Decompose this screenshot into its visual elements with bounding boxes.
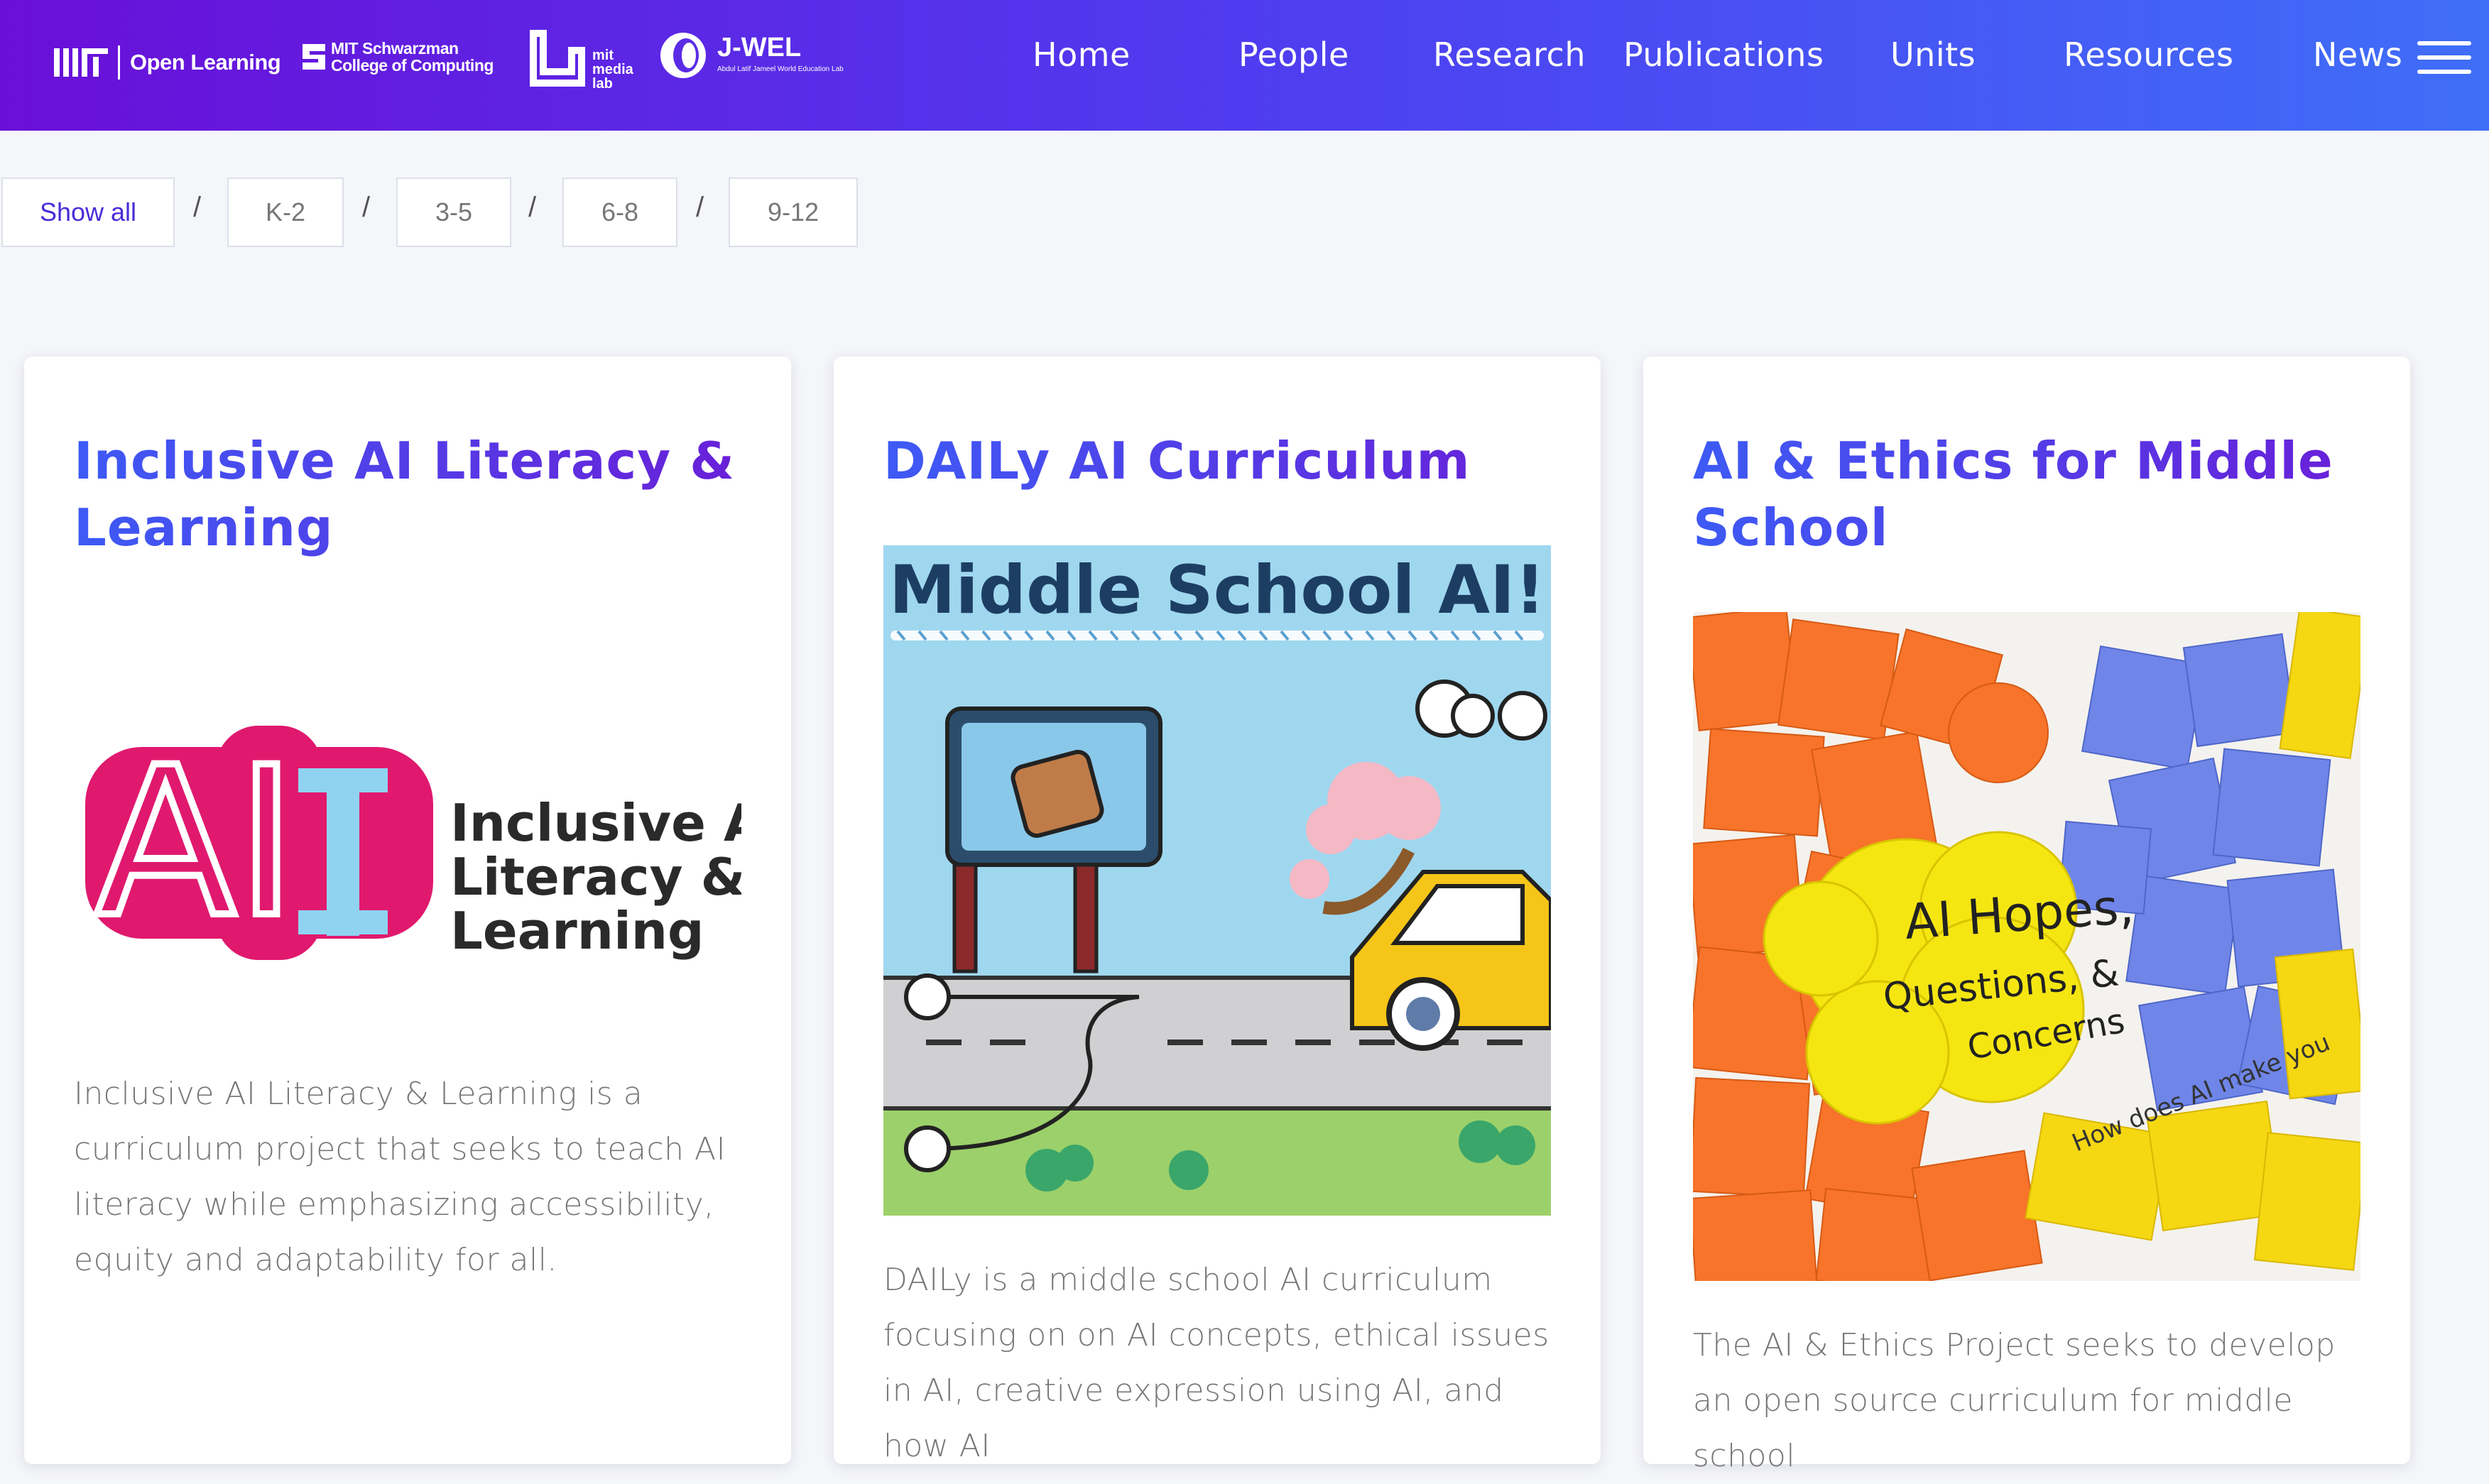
middle-school-ai-image[interactable]: Middle School AI!	[883, 545, 1551, 1216]
curriculum-card[interactable]: AI & Ethics for Middle School AI Hopes, …	[1643, 356, 2410, 1474]
card-title[interactable]: DAILy AI Curriculum	[883, 427, 1565, 494]
schwarzman-icon	[303, 44, 325, 70]
nav-people[interactable]: People	[1238, 36, 1349, 74]
nav-units[interactable]: Units	[1890, 36, 1976, 74]
middle-school-ai-illustration: Middle School AI!	[883, 545, 1551, 1216]
media-lab-icon	[530, 30, 585, 87]
filter-separator: /	[528, 192, 537, 223]
ai-logo-icon: AI Inclusive AI Literacy & Learning	[85, 720, 741, 966]
mit-open-learning-logo[interactable]: Open Learning	[54, 26, 281, 104]
filter-9-12[interactable]: 9-12	[729, 178, 858, 247]
nav-publications[interactable]: Publications	[1623, 36, 1824, 74]
media-lab-line3: lab	[592, 76, 613, 92]
jwel-title: J-WEL	[717, 33, 802, 62]
ai-ethics-sticky-notes-image[interactable]: AI Hopes, Questions, & Concerns How does…	[1693, 612, 2360, 1281]
filter-k-2[interactable]: K-2	[227, 178, 344, 247]
curriculum-card[interactable]: DAILy AI Curriculum Middle School AI! DA…	[834, 356, 1601, 1464]
schwarzman-line2: College of Computing	[331, 56, 494, 75]
nav-home[interactable]: Home	[1033, 36, 1131, 74]
card-description: DAILy is a middle school AI curriculum f…	[883, 1262, 1550, 1464]
jwel-icon	[660, 33, 706, 78]
filter-separator: /	[696, 192, 704, 223]
filter-show-all[interactable]: Show all	[1, 178, 175, 247]
nav-news[interactable]: News	[2313, 36, 2402, 74]
banner-text: Middle School AI!	[889, 552, 1545, 629]
logo-line3: Learning	[450, 901, 704, 961]
sticky-notes-collage: AI Hopes, Questions, & Concerns How does…	[1693, 612, 2360, 1281]
card-description: The AI & Ethics Project seeks to develop…	[1693, 1327, 2336, 1474]
curriculum-card[interactable]: Inclusive AI Literacy & Learning AI Incl…	[24, 356, 791, 1464]
filter-separator: /	[193, 192, 202, 223]
card-title[interactable]: AI & Ethics for Middle School	[1693, 427, 2375, 561]
card-description: Inclusive AI Literacy & Learning is a cu…	[74, 1076, 726, 1278]
open-learning-text: Open Learning	[130, 50, 281, 75]
ai-letter-a: AI	[95, 724, 297, 963]
logo-line2: Literacy &	[450, 847, 741, 907]
filter-6-8[interactable]: 6-8	[562, 178, 677, 247]
media-lab-line2: media	[592, 62, 633, 77]
hamburger-menu-icon[interactable]	[2417, 41, 2471, 74]
schwarzman-line1: MIT Schwarzman	[331, 39, 459, 58]
logo-line1: Inclusive AI	[450, 793, 741, 853]
jwel-logo[interactable]: J-WEL Abdul Latif Jameel World Education…	[659, 26, 929, 104]
nav-research[interactable]: Research	[1433, 36, 1586, 74]
media-lab-line1: mit	[592, 48, 614, 63]
mit-media-lab-logo[interactable]: mit media lab	[525, 26, 646, 104]
inclusive-ai-logo-image[interactable]: AI Inclusive AI Literacy & Learning	[74, 655, 741, 1024]
nav-resources[interactable]: Resources	[2064, 36, 2233, 74]
filter-3-5[interactable]: 3-5	[396, 178, 511, 247]
card-title[interactable]: Inclusive AI Literacy & Learning	[74, 427, 756, 561]
mit-icon	[54, 48, 108, 77]
site-header: Open Learning MIT Schwarzman College of …	[0, 0, 2489, 131]
schwarzman-college-logo[interactable]: MIT Schwarzman College of Computing	[301, 26, 500, 104]
filter-separator: /	[362, 192, 371, 223]
jwel-subtitle: Abdul Latif Jameel World Education Lab	[717, 65, 844, 73]
